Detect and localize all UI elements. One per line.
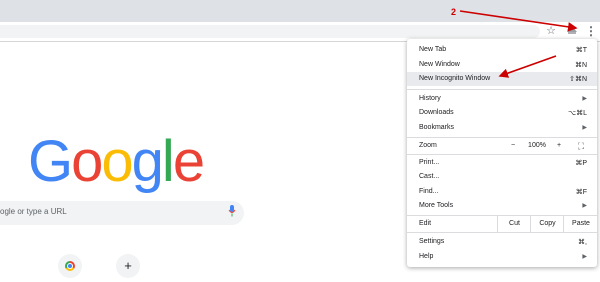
submenu-arrow-icon: ▶ [582, 254, 587, 260]
zoom-level: 100% [528, 142, 546, 149]
chrome-icon [65, 261, 75, 271]
search-placeholder: ogle or type a URL [0, 207, 67, 216]
extension-shape [567, 26, 577, 34]
menu-item-label: New Tab [419, 46, 447, 53]
submenu-arrow-icon: ▶ [582, 125, 587, 131]
menu-item-history[interactable]: History ▶ [407, 92, 597, 106]
menu-item-new-incognito-window[interactable]: New Incognito Window ⇧⌘N [407, 72, 597, 86]
tab-strip [0, 0, 600, 22]
menu-item-label: Find... [419, 188, 439, 195]
menu-item-settings[interactable]: Settings ⌘, [407, 235, 597, 249]
menu-item-shortcut: ⌘P [575, 160, 587, 167]
logo-letter-g2: g [131, 129, 164, 194]
submenu-arrow-icon: ▶ [582, 203, 587, 209]
menu-item-find[interactable]: Find... ⌘F [407, 185, 597, 199]
menu-item-cast[interactable]: Cast... [407, 170, 597, 184]
add-shortcut-button[interactable]: + [116, 254, 140, 278]
extension-icon[interactable] [565, 23, 579, 39]
google-logo: Google [28, 128, 205, 195]
menu-item-label: New Incognito Window [419, 75, 491, 82]
menu-item-label: History [419, 95, 441, 102]
menu-divider [407, 89, 597, 90]
bookmark-star-icon[interactable]: ☆ [544, 23, 558, 39]
menu-item-shortcut: ⌘, [578, 239, 587, 246]
menu-item-shortcut: ⇧⌘N [569, 76, 587, 83]
menu-item-label: Print... [419, 159, 440, 166]
menu-item-new-window[interactable]: New Window ⌘N [407, 58, 597, 72]
menu-item-label: New Window [419, 61, 460, 68]
annotation-step-2: 2 [451, 7, 457, 17]
menu-item-print[interactable]: Print... ⌘P [407, 156, 597, 170]
menu-item-bookmarks[interactable]: Bookmarks ▶ [407, 121, 597, 135]
menu-item-label: More Tools [419, 202, 454, 209]
microphone-icon[interactable] [226, 205, 238, 219]
menu-item-label: Help [419, 253, 434, 260]
cut-button[interactable]: Cut [497, 216, 531, 232]
menu-item-shortcut: ⌘F [575, 189, 587, 196]
shortcut-tile[interactable] [58, 254, 82, 278]
menu-item-shortcut: ⌥⌘L [568, 110, 587, 117]
edit-label: Edit [419, 220, 432, 227]
chrome-menu: New Tab ⌘T New Window ⌘N New Incognito W… [407, 39, 597, 267]
mic-shape [228, 205, 236, 217]
logo-letter-o2: o [101, 129, 133, 194]
three-dot-menu-icon[interactable]: ⋮ [584, 23, 598, 39]
logo-letter-g: G [28, 129, 73, 194]
fullscreen-icon[interactable]: ⛶ [573, 138, 589, 154]
plus-icon: + [124, 258, 132, 273]
menu-item-label: Bookmarks [419, 124, 455, 131]
paste-button[interactable]: Paste [563, 216, 598, 232]
logo-letter-o1: o [71, 129, 103, 194]
logo-letter-e: e [172, 129, 205, 194]
menu-item-shortcut: ⌘T [575, 47, 587, 54]
logo-letter-l: l [161, 129, 175, 194]
submenu-arrow-icon: ▶ [582, 96, 587, 102]
zoom-label: Zoom [419, 142, 437, 149]
menu-item-help[interactable]: Help ▶ [407, 250, 597, 264]
menu-item-downloads[interactable]: Downloads ⌥⌘L [407, 106, 597, 120]
copy-button[interactable]: Copy [530, 216, 564, 232]
zoom-out-button[interactable]: − [505, 138, 521, 154]
menu-item-new-tab[interactable]: New Tab ⌘T [407, 43, 597, 57]
menu-item-label: Settings [419, 238, 445, 245]
edit-row: Edit Cut Copy Paste [407, 215, 597, 233]
address-bar[interactable] [0, 25, 540, 38]
menu-item-label: Cast... [419, 173, 440, 180]
menu-item-label: Downloads [419, 109, 454, 116]
menu-item-shortcut: ⌘N [574, 62, 587, 69]
zoom-row: Zoom − 100% + ⛶ [407, 137, 597, 155]
menu-item-more-tools[interactable]: More Tools ▶ [407, 199, 597, 213]
zoom-in-button[interactable]: + [551, 138, 567, 154]
